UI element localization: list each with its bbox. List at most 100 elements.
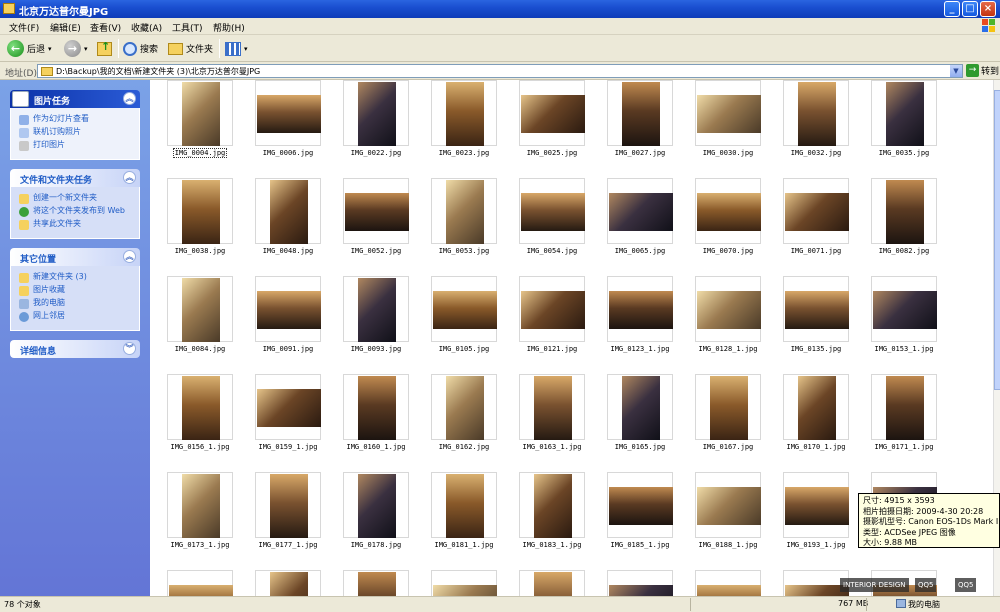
place-new-folder-3[interactable]: 新建文件夹 (3) (19, 272, 133, 283)
collapse-icon[interactable]: ︽ (123, 171, 136, 184)
thumbnail-image (345, 193, 409, 231)
thumbnail-image (257, 389, 321, 427)
thumbnail-frame (255, 472, 321, 538)
thumbnail-image (622, 82, 660, 146)
thumbnail-image (358, 376, 396, 440)
thumbnail-frame (607, 570, 673, 596)
place-my-pictures[interactable]: 图片收藏 (19, 285, 133, 296)
thumbnail-image (521, 95, 585, 133)
thumbnail-frame (695, 472, 761, 538)
file-name: IMG_0135.jpg (790, 345, 842, 353)
status-location: 我的电脑 (896, 599, 940, 610)
picture-icon (12, 91, 29, 107)
other-places-header[interactable]: 其它位置 ︽ (10, 248, 140, 266)
search-button[interactable]: 搜索 (123, 38, 158, 59)
task-new-folder[interactable]: 创建一个新文件夹 (19, 193, 133, 204)
menu-help[interactable]: 帮助(H) (213, 21, 245, 34)
menu-favorites[interactable]: 收藏(A) (131, 21, 162, 34)
address-input[interactable]: D:\Backup\我的文档\新建文件夹 (3)\北京万达普尔曼JPG ▼ (37, 64, 963, 78)
go-button[interactable]: → 转到 (966, 64, 999, 77)
thumbnail-image (534, 572, 572, 596)
file-name: IMG_0105.jpg (438, 345, 490, 353)
file-name: IMG_0065.jpg (614, 247, 666, 255)
toolbar: ← 后退 ▾ → ▾ ↑ 搜索 文件夹 ▾ (0, 35, 1000, 62)
file-name: IMG_0153_1.jpg (874, 345, 934, 353)
thumbnail-frame (167, 570, 233, 596)
back-button[interactable]: ← 后退 ▾ (7, 38, 52, 59)
details-header[interactable]: 详细信息 ︾ (10, 340, 140, 358)
place-network[interactable]: 网上邻居 (19, 311, 133, 322)
new-folder-icon (19, 194, 29, 204)
folder-icon (3, 3, 15, 14)
pictures-folder-icon (19, 286, 29, 296)
file-name: IMG_0121.jpg (526, 345, 578, 353)
thumbnail-frame (871, 374, 937, 440)
task-share-folder[interactable]: 共享此文件夹 (19, 219, 133, 230)
object-count: 78 个对象 (4, 600, 41, 609)
other-places-panel: 其它位置 ︽ 新建文件夹 (3) 图片收藏 我的电脑 网上邻居 (10, 248, 140, 331)
thumbnail-image (534, 474, 572, 538)
thumbnail-frame (343, 178, 409, 244)
address-dropdown-icon[interactable]: ▼ (950, 65, 962, 77)
thumbnail-frame (519, 80, 585, 146)
back-dropdown-icon[interactable]: ▾ (48, 45, 52, 53)
thumbnail-image (798, 376, 836, 440)
minimize-button[interactable]: _ (944, 1, 960, 17)
file-name: IMG_0160_1.jpg (346, 443, 406, 451)
task-order-prints[interactable]: 联机订购照片 (19, 127, 133, 138)
menu-file[interactable]: 文件(F) (9, 21, 39, 34)
forward-button[interactable]: → ▾ (64, 38, 88, 59)
total-size: 767 MB (838, 599, 869, 608)
picture-tasks-header[interactable]: 图片任务 ︽ (10, 90, 140, 108)
forward-dropdown-icon[interactable]: ▾ (84, 45, 88, 53)
address-label: 地址(D) (5, 69, 37, 79)
collapse-icon[interactable]: ︽ (123, 92, 136, 105)
thumbnail-image (785, 487, 849, 525)
folder-icon (19, 273, 29, 283)
thumbnail-image (609, 291, 673, 329)
thumbnail-frame (607, 80, 673, 146)
folders-button[interactable]: 文件夹 (168, 38, 213, 59)
thumbnail-frame (519, 472, 585, 538)
task-publish-web[interactable]: 将这个文件夹发布到 Web (19, 206, 133, 217)
thumbnail-frame (695, 178, 761, 244)
task-print[interactable]: 打印图片 (19, 140, 133, 151)
thumbnail-frame (431, 178, 497, 244)
expand-icon[interactable]: ︾ (123, 342, 136, 355)
file-name: IMG_0022.jpg (350, 149, 402, 157)
file-name: IMG_0038.jpg (174, 247, 226, 255)
up-folder-button[interactable]: ↑ (97, 38, 112, 59)
thumbnail-frame (607, 472, 673, 538)
thumbnail-image (697, 291, 761, 329)
close-button[interactable]: × (980, 1, 996, 17)
views-button[interactable]: ▾ (225, 38, 248, 59)
address-path: D:\Backup\我的文档\新建文件夹 (3)\北京万达普尔曼JPG (56, 67, 261, 76)
thumbnail-image (622, 376, 660, 440)
thumbnail-frame (255, 80, 321, 146)
thumbnail-frame (519, 374, 585, 440)
windows-logo-icon (982, 19, 996, 33)
menu-edit[interactable]: 编辑(E) (50, 21, 81, 34)
views-dropdown-icon[interactable]: ▾ (244, 45, 248, 53)
thumbnail-frame (607, 374, 673, 440)
thumbnail-image (433, 585, 497, 596)
place-my-computer[interactable]: 我的电脑 (19, 298, 133, 309)
menu-view[interactable]: 查看(V) (90, 21, 121, 34)
watermark: INTERIOR DESIGN QQ5 QQ5 (840, 576, 1000, 596)
order-prints-icon (19, 128, 29, 138)
menu-tools[interactable]: 工具(T) (172, 21, 203, 34)
thumbnail-image (873, 291, 937, 329)
thumbnail-image (609, 487, 673, 525)
file-name: IMG_0032.jpg (790, 149, 842, 157)
thumbnail-frame (519, 276, 585, 342)
file-name: IMG_0093.jpg (350, 345, 402, 353)
thumbnail-image (609, 193, 673, 231)
file-tasks-header[interactable]: 文件和文件夹任务 ︽ (10, 169, 140, 187)
menu-bar: 文件(F) 编辑(E) 查看(V) 收藏(A) 工具(T) 帮助(H) (0, 18, 1000, 35)
back-arrow-icon: ← (7, 40, 24, 57)
thumbnail-image (169, 585, 233, 596)
scrollbar-thumb[interactable] (994, 90, 1000, 390)
task-slideshow[interactable]: 作为幻灯片查看 (19, 114, 133, 125)
maximize-button[interactable]: □ (962, 1, 978, 17)
collapse-icon[interactable]: ︽ (123, 250, 136, 263)
